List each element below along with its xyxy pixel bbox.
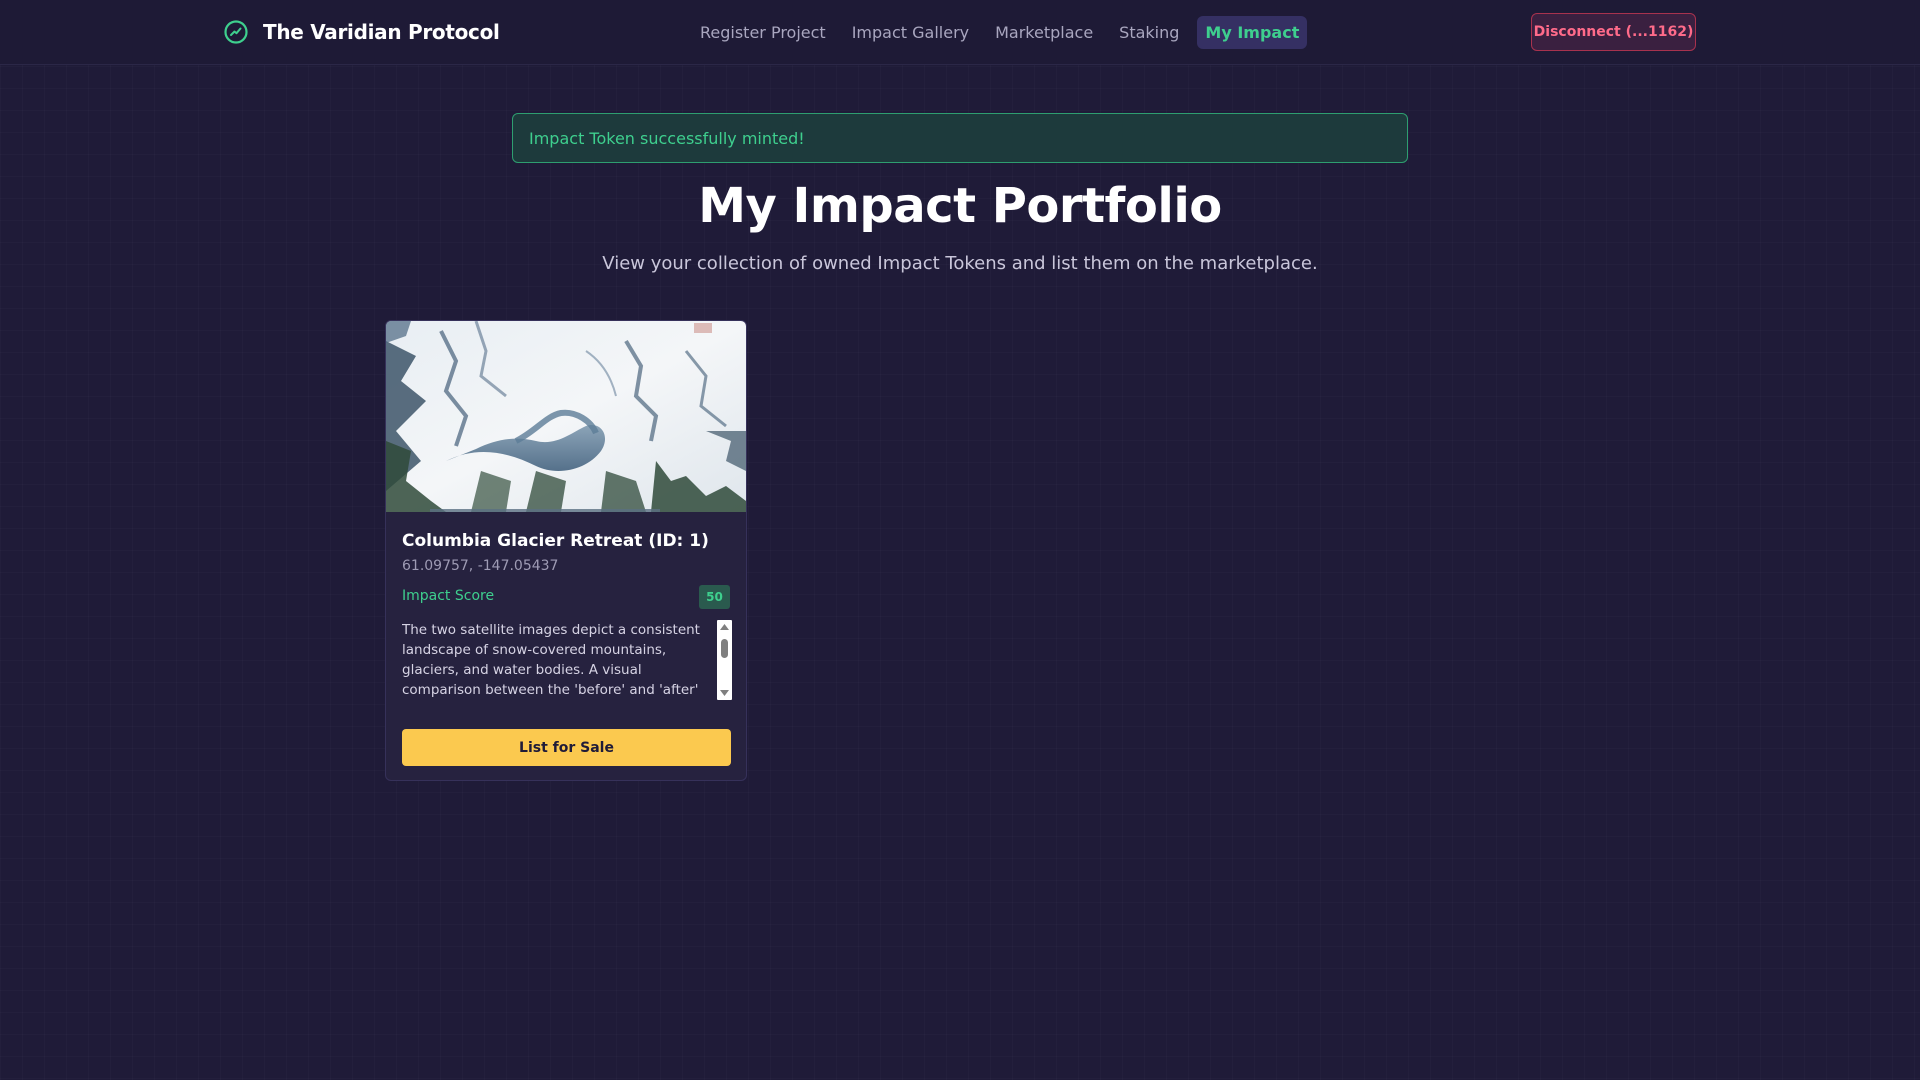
scroll-down-arrow-icon[interactable] — [717, 686, 732, 700]
nav-impact-gallery[interactable]: Impact Gallery — [844, 16, 977, 49]
success-alert: Impact Token successfully minted! — [512, 113, 1408, 163]
page-title: My Impact Portfolio — [698, 178, 1222, 234]
description-scroll-area[interactable]: The two satellite images depict a consis… — [402, 620, 732, 700]
description-scrollbar[interactable] — [717, 620, 732, 700]
nav-my-impact[interactable]: My Impact — [1197, 15, 1308, 49]
page-subtitle: View your collection of owned Impact Tok… — [602, 253, 1318, 274]
token-coordinates: 61.09757, -147.05437 — [402, 558, 559, 574]
alert-message: Impact Token successfully minted! — [529, 128, 805, 148]
brand[interactable]: The Varidian Protocol — [223, 18, 500, 46]
scroll-thumb[interactable] — [721, 639, 728, 658]
nav-marketplace[interactable]: Marketplace — [987, 16, 1101, 49]
nav-staking[interactable]: Staking — [1111, 16, 1187, 49]
top-navbar: The Varidian Protocol Register Project I… — [0, 0, 1920, 65]
disconnect-wallet-button[interactable]: Disconnect (...1162) — [1531, 13, 1696, 51]
token-description: The two satellite images depict a consis… — [402, 622, 700, 698]
scroll-up-arrow-icon[interactable] — [717, 620, 732, 634]
token-title: Columbia Glacier Retreat (ID: 1) — [402, 531, 709, 551]
nav-register-project[interactable]: Register Project — [692, 16, 834, 49]
brand-name: The Varidian Protocol — [263, 20, 500, 44]
impact-score-label: Impact Score — [402, 588, 495, 604]
trend-chart-icon — [224, 20, 248, 44]
list-for-sale-button[interactable]: List for Sale — [402, 729, 731, 766]
satellite-image — [386, 321, 746, 512]
impact-score-badge: 50 — [699, 585, 730, 609]
impact-token-card: Columbia Glacier Retreat (ID: 1) 61.0975… — [385, 320, 747, 781]
main-nav: Register Project Impact Gallery Marketpl… — [692, 15, 1308, 49]
